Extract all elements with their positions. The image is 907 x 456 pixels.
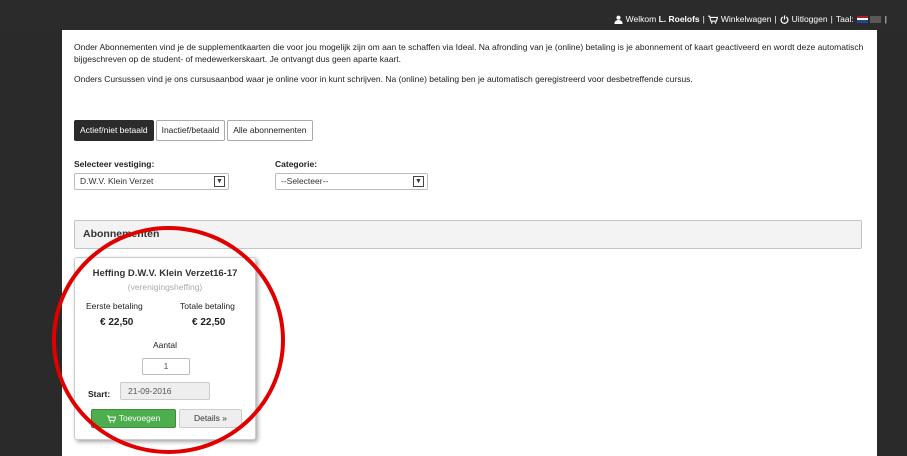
quantity-input[interactable]: 1 bbox=[142, 358, 190, 375]
start-date-field: 21-09-2016 bbox=[120, 382, 210, 400]
tab-inactive-paid[interactable]: Inactief/betaald bbox=[155, 120, 226, 141]
nav-separator: | bbox=[702, 14, 705, 25]
cart-icon bbox=[106, 415, 116, 423]
location-label: Selecteer vestiging: bbox=[74, 159, 155, 169]
tab-active-unpaid[interactable]: Actief/niet betaald bbox=[74, 120, 154, 141]
nav-separator: | bbox=[774, 14, 777, 25]
total-payment-value: € 22,50 bbox=[192, 317, 226, 328]
chevron-down-icon: ▼ bbox=[214, 176, 225, 187]
top-nav: Welkom L. Roelofs | Winkelwagen | Uitlog… bbox=[614, 14, 887, 25]
power-icon bbox=[780, 15, 789, 25]
welcome-prefix: Welkom bbox=[625, 14, 657, 25]
quantity-label: Aantal bbox=[152, 340, 178, 350]
category-label: Categorie: bbox=[275, 159, 318, 169]
first-payment-value: € 22,50 bbox=[100, 317, 134, 328]
user-icon bbox=[614, 15, 623, 24]
cart-icon bbox=[707, 15, 718, 24]
start-label: Start: bbox=[88, 389, 111, 399]
user-name[interactable]: L. Roelofs bbox=[659, 14, 700, 24]
location-select[interactable]: D.W.V. Klein Verzet ▼ bbox=[74, 173, 229, 190]
total-payment-label: Totale betaling bbox=[180, 301, 235, 311]
category-select[interactable]: --Selecteer-- ▼ bbox=[275, 173, 428, 190]
language-label: Taal: bbox=[835, 14, 854, 25]
main-content: Onder Abonnementen vind je de supplement… bbox=[62, 30, 877, 456]
location-select-value: D.W.V. Klein Verzet bbox=[80, 176, 154, 186]
details-button[interactable]: Details » bbox=[179, 409, 242, 428]
top-bar: Welkom L. Roelofs | Winkelwagen | Uitlog… bbox=[0, 0, 907, 30]
cart-label: Winkelwagen bbox=[720, 14, 772, 24]
subscription-card: Heffing D.W.V. Klein Verzet16-17 (vereni… bbox=[74, 257, 256, 440]
card-subtitle: (verenigingsheffing) bbox=[127, 282, 203, 292]
intro-paragraph-subscriptions: Onder Abonnementen vind je de supplement… bbox=[74, 42, 864, 64]
logout-link[interactable]: Uitloggen bbox=[780, 14, 828, 25]
section-header-subscriptions: Abonnementen bbox=[74, 220, 862, 249]
flag-nl-icon[interactable] bbox=[856, 15, 868, 23]
nav-separator: | bbox=[830, 14, 833, 25]
first-payment-label: Eerste betaling bbox=[86, 301, 143, 311]
flag-en-icon[interactable] bbox=[869, 15, 881, 23]
nav-separator: | bbox=[884, 14, 887, 25]
subscription-filter-tabs: Actief/niet betaald Inactief/betaald All… bbox=[74, 120, 313, 141]
logout-label: Uitloggen bbox=[791, 14, 828, 24]
add-to-cart-button[interactable]: Toevoegen bbox=[91, 409, 176, 428]
category-select-value: --Selecteer-- bbox=[281, 176, 329, 186]
intro-text: Onder Abonnementen vind je de supplement… bbox=[74, 42, 864, 95]
cart-link[interactable]: Winkelwagen bbox=[707, 14, 772, 24]
add-button-label: Toevoegen bbox=[118, 413, 161, 423]
chevron-down-icon: ▼ bbox=[413, 176, 424, 187]
tab-all-subscriptions[interactable]: Alle abonnementen bbox=[227, 120, 313, 141]
card-title: Heffing D.W.V. Klein Verzet16-17 bbox=[92, 268, 238, 279]
intro-paragraph-courses: Onders Cursussen vind je ons cursusaanbo… bbox=[74, 74, 693, 84]
